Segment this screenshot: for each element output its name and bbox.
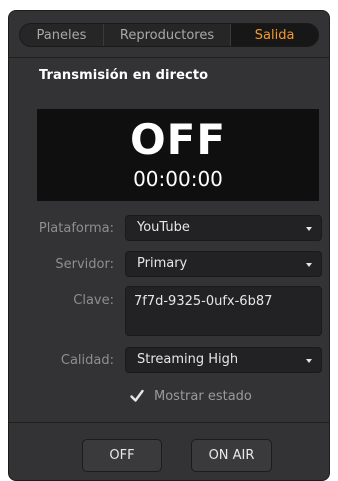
off-button[interactable]: OFF — [82, 439, 162, 472]
server-label: Servidor: — [55, 257, 114, 272]
quality-label: Calidad: — [60, 353, 114, 368]
output-panel: Paneles Reproductores Salida Transmisión… — [8, 10, 330, 481]
server-value: Primary — [137, 256, 188, 271]
tab-salida[interactable]: Salida — [231, 24, 318, 46]
tab-bar: Paneles Reproductores Salida — [19, 23, 319, 47]
divider — [9, 57, 329, 58]
stream-timer: 00:00:00 — [133, 167, 223, 191]
divider — [9, 422, 329, 423]
show-status-checkbox[interactable]: Mostrar estado — [128, 387, 252, 405]
platform-select[interactable]: YouTube — [125, 215, 322, 241]
chevron-down-icon — [306, 359, 312, 363]
checkmark-icon — [128, 387, 146, 405]
platform-label: Plataforma: — [38, 221, 114, 236]
show-status-label: Mostrar estado — [154, 388, 252, 404]
stream-status-text: OFF — [129, 115, 227, 164]
server-select[interactable]: Primary — [125, 251, 322, 277]
on-air-button[interactable]: ON AIR — [191, 439, 272, 472]
key-input[interactable]: 7f7d-9325-0ufx-6b87 — [125, 286, 322, 336]
stream-status-display: OFF 00:00:00 — [37, 109, 319, 201]
key-label: Clave: — [73, 293, 114, 308]
quality-value: Streaming High — [137, 352, 239, 367]
tab-reproductores[interactable]: Reproductores — [104, 24, 232, 46]
section-title: Transmisión en directo — [39, 68, 209, 83]
tab-paneles[interactable]: Paneles — [20, 24, 104, 46]
chevron-down-icon — [306, 263, 312, 267]
platform-value: YouTube — [137, 220, 190, 235]
chevron-down-icon — [306, 227, 312, 231]
quality-select[interactable]: Streaming High — [125, 347, 322, 373]
